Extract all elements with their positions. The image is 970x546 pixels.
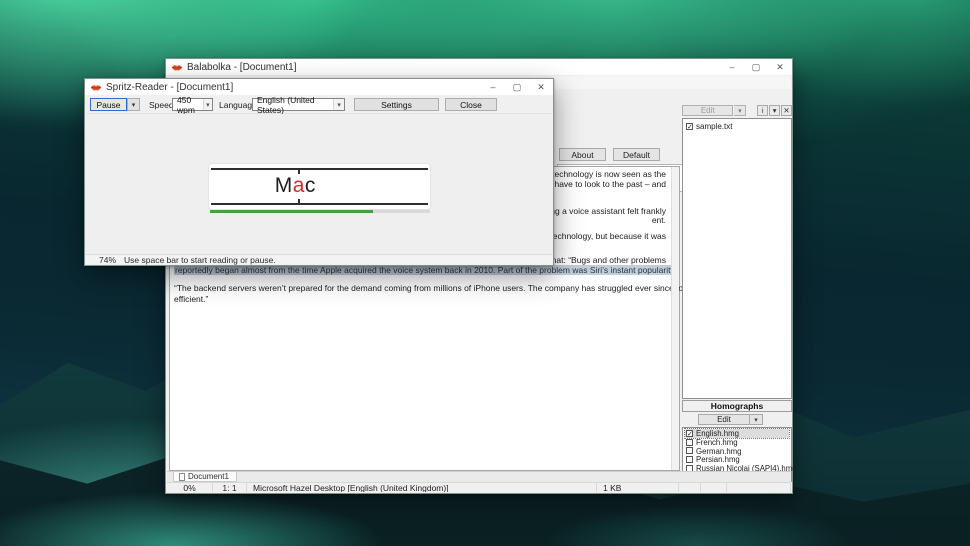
status-bar: 0% 1: 1 Microsoft Hazel Desktop [English… bbox=[167, 482, 791, 492]
balabolka-titlebar[interactable]: Balabolka - [Document1] – ▢ ✕ bbox=[166, 59, 792, 75]
current-word: Mac bbox=[275, 174, 316, 198]
text-line: efficient.” bbox=[174, 294, 208, 304]
pause-dropdown-icon[interactable]: ▾ bbox=[127, 98, 140, 111]
close-icon[interactable]: ✕ bbox=[529, 79, 553, 95]
homographs-edit-button[interactable]: Edit bbox=[698, 414, 750, 425]
about-button[interactable]: About bbox=[559, 148, 606, 161]
chevron-down-icon[interactable]: ▾ bbox=[769, 105, 780, 116]
pause-button[interactable]: Pause bbox=[90, 98, 127, 111]
status-empty bbox=[727, 483, 791, 492]
language-value: English (United States) bbox=[257, 95, 333, 115]
settings-button[interactable]: Settings bbox=[354, 98, 439, 111]
list-item: French.hmg bbox=[685, 438, 789, 447]
status-file-size: 1 KB bbox=[597, 483, 679, 492]
highlighted-sentence: reportedly began almost from the time Ap… bbox=[174, 265, 677, 275]
text-line: “The backend servers weren’t prepared fo… bbox=[174, 283, 769, 293]
file-list[interactable]: ✓ sample.txt bbox=[682, 118, 792, 399]
info-icon[interactable]: i bbox=[757, 105, 768, 116]
status-hint: Use space bar to start reading or pause. bbox=[124, 255, 276, 265]
close-button[interactable]: Close bbox=[445, 98, 497, 111]
checkbox-unchecked[interactable] bbox=[686, 447, 693, 454]
progress-percent: 74% bbox=[99, 255, 116, 265]
tab-label: Document1 bbox=[188, 472, 229, 481]
spritz-reader-window: Spritz-Reader - [Document1] – ▢ ✕ Pause … bbox=[84, 78, 554, 266]
window-title: Balabolka - [Document1] bbox=[187, 62, 297, 73]
list-item: Persian.hmg bbox=[685, 455, 789, 464]
window-title: Spritz-Reader - [Document1] bbox=[106, 82, 233, 93]
homograph-file[interactable]: German.hmg bbox=[696, 447, 742, 456]
word-orp-letter: a bbox=[293, 174, 305, 197]
file-name[interactable]: sample.txt bbox=[696, 122, 732, 131]
chevron-down-icon[interactable]: ▾ bbox=[750, 414, 763, 425]
text-line: The technology is now seen as the bbox=[535, 169, 666, 179]
maximize-icon[interactable]: ▢ bbox=[505, 79, 529, 95]
redicle-top-line bbox=[211, 168, 428, 170]
text-scrollbar[interactable] bbox=[671, 167, 679, 470]
status-caret-position: 1: 1 bbox=[213, 483, 247, 492]
file-panel-toolbar: Edit ▾ i ▾ ✕ bbox=[682, 104, 792, 117]
spritz-status-bar: 74% Use space bar to start reading or pa… bbox=[86, 254, 552, 264]
chevron-down-icon: ▾ bbox=[203, 99, 212, 110]
tab-document1[interactable]: Document1 bbox=[173, 472, 237, 482]
minimize-icon[interactable]: – bbox=[481, 79, 505, 95]
checkbox-checked[interactable]: ✓ bbox=[686, 123, 693, 130]
text-line: ata technology, but because it was bbox=[536, 231, 666, 241]
status-voice: Microsoft Hazel Desktop [English (United… bbox=[247, 483, 597, 492]
document-icon bbox=[179, 473, 185, 481]
text-line: ving a voice assistant felt frankly bbox=[544, 206, 666, 216]
default-button[interactable]: Default bbox=[613, 148, 660, 161]
spritz-reading-area: Mac bbox=[86, 114, 552, 254]
text-line: ent. bbox=[652, 215, 666, 225]
status-empty bbox=[679, 483, 701, 492]
list-item: ✓ sample.txt bbox=[685, 121, 789, 131]
list-item: ✓ English.hmg bbox=[685, 429, 789, 438]
maximize-icon[interactable]: ▢ bbox=[744, 59, 768, 75]
word-display-pane: Mac bbox=[209, 164, 430, 209]
language-select[interactable]: English (United States) ▾ bbox=[252, 98, 345, 111]
homograph-file[interactable]: English.hmg bbox=[696, 429, 739, 438]
chevron-down-icon[interactable]: ▾ bbox=[734, 105, 746, 116]
file-edit-button[interactable]: Edit bbox=[682, 105, 733, 116]
spritz-progress-fill bbox=[210, 210, 373, 213]
word-suffix: c bbox=[305, 174, 316, 197]
close-icon[interactable]: ✕ bbox=[768, 59, 792, 75]
status-empty bbox=[701, 483, 727, 492]
redicle-bottom-line bbox=[211, 203, 428, 205]
speed-value: 450 wpm bbox=[177, 95, 203, 115]
minimize-icon[interactable]: – bbox=[720, 59, 744, 75]
homographs-toolbar: Edit ▾ bbox=[682, 413, 792, 426]
homograph-file[interactable]: French.hmg bbox=[696, 438, 738, 447]
checkbox-unchecked[interactable] bbox=[686, 456, 693, 463]
chevron-down-icon: ▾ bbox=[333, 99, 344, 110]
batch-file-panel: Edit ▾ i ▾ ✕ ✓ sample.txt Homographs Edi… bbox=[682, 104, 792, 482]
checkbox-checked[interactable]: ✓ bbox=[686, 430, 693, 437]
status-progress: 0% bbox=[167, 483, 213, 492]
document-tab-bar: Document1 bbox=[167, 471, 791, 482]
reading-progress-bar bbox=[210, 210, 430, 213]
redicle-bottom-tick bbox=[298, 199, 300, 203]
homograph-file[interactable]: Persian.hmg bbox=[696, 455, 740, 464]
speed-select[interactable]: 450 wpm ▾ bbox=[172, 98, 213, 111]
spritz-titlebar[interactable]: Spritz-Reader - [Document1] – ▢ ✕ bbox=[85, 79, 553, 95]
spritz-reader-icon bbox=[90, 83, 102, 92]
word-prefix: M bbox=[275, 174, 293, 197]
homographs-header: Homographs bbox=[682, 400, 792, 412]
spritz-toolbar: Pause ▾ Speed: 450 wpm ▾ Language: Engli… bbox=[86, 96, 552, 114]
panel-close-icon[interactable]: ✕ bbox=[781, 105, 792, 116]
checkbox-unchecked[interactable] bbox=[686, 439, 693, 446]
balabolka-icon bbox=[171, 63, 183, 72]
list-item: German.hmg bbox=[685, 447, 789, 456]
